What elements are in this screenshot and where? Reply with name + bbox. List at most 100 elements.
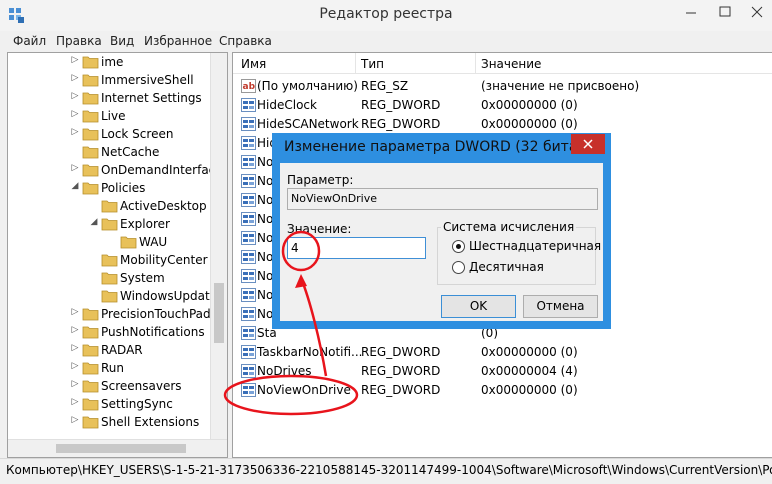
tree-item[interactable]: ▷ ImmersiveShell xyxy=(8,72,213,90)
value-name: (По умолчанию) xyxy=(257,79,358,93)
tree-item-label[interactable]: OnDemandInterface xyxy=(101,163,223,177)
expand-arrow-icon[interactable]: ▷ xyxy=(70,127,80,137)
base-group-title: Система исчисления xyxy=(441,220,577,234)
tree-item[interactable]: WAU xyxy=(8,234,213,252)
tree-item[interactable]: ▷ Lock Screen xyxy=(8,126,213,144)
tree-item[interactable]: ◢ Explorer xyxy=(8,216,213,234)
tree-item[interactable]: ▷ PushNotifications xyxy=(8,324,213,342)
value-row[interactable]: ab (По умолчанию) REG_SZ (значение не присв… xyxy=(233,77,772,96)
param-label: Параметр: xyxy=(287,173,354,187)
dialog-close-button[interactable] xyxy=(571,134,605,154)
tree-item-label[interactable]: MobilityCenter xyxy=(120,253,208,267)
expand-arrow-icon[interactable]: ▷ xyxy=(70,307,80,317)
tree-item[interactable]: System xyxy=(8,270,213,288)
menu-view[interactable]: Вид xyxy=(110,34,134,48)
key-tree[interactable]: ▷ ime ▷ ImmersiveShell ▷ Internet Settings ▷ Li… xyxy=(7,52,228,458)
tree-item-label[interactable]: RADAR xyxy=(101,343,143,357)
maximize-button[interactable] xyxy=(710,0,740,24)
tree-item[interactable]: ▷ Live xyxy=(8,108,213,126)
expand-arrow-icon[interactable]: ▷ xyxy=(70,91,80,101)
tree-item[interactable]: ▷ Shell Extensions xyxy=(8,414,213,432)
column-header-type[interactable]: Тип xyxy=(361,57,384,71)
tree-item-label[interactable]: ActiveDesktop xyxy=(120,199,207,213)
column-divider[interactable] xyxy=(475,53,476,73)
value-row[interactable]: NoDrives REG_DWORD 0x00000004 (4) xyxy=(233,362,772,381)
expand-arrow-icon[interactable]: ▷ xyxy=(70,415,80,425)
expand-arrow-icon[interactable]: ▷ xyxy=(70,379,80,389)
tree-item[interactable]: ActiveDesktop xyxy=(8,198,213,216)
menu-file[interactable]: Файл xyxy=(13,34,46,48)
close-window-button[interactable] xyxy=(742,0,772,24)
expand-arrow-icon[interactable]: ▷ xyxy=(70,109,80,119)
expand-arrow-icon[interactable]: ▷ xyxy=(70,397,80,407)
tree-item-label[interactable]: WAU xyxy=(139,235,167,249)
radio-hexadecimal-label[interactable]: Шестнадцатеричная xyxy=(469,239,601,253)
folder-icon xyxy=(82,128,99,141)
tree-item[interactable]: ▷ SettingSync xyxy=(8,396,213,414)
minimize-button[interactable] xyxy=(676,0,706,24)
expand-arrow-icon[interactable]: ▷ xyxy=(70,343,80,353)
collapse-arrow-icon[interactable]: ◢ xyxy=(70,181,80,191)
expand-arrow-icon[interactable]: ▷ xyxy=(70,73,80,83)
menu-favorites[interactable]: Избранное xyxy=(144,34,212,48)
value-name: HideSCANetwork xyxy=(257,117,359,131)
close-icon xyxy=(583,139,593,149)
minimize-icon xyxy=(686,12,696,14)
expand-arrow-icon[interactable]: ▷ xyxy=(70,325,80,335)
tree-item-label[interactable]: System xyxy=(120,271,165,285)
value-data: 0x00000000 (0) xyxy=(481,98,578,112)
tree-horizontal-scrollbar[interactable] xyxy=(8,439,227,457)
expand-arrow-icon[interactable]: ▷ xyxy=(70,361,80,371)
tree-item[interactable]: MobilityCenter xyxy=(8,252,213,270)
tree-vertical-scrollbar[interactable] xyxy=(210,53,227,439)
tree-item[interactable]: ▷ RADAR xyxy=(8,342,213,360)
value-row[interactable]: HideSCANetwork REG_DWORD 0x00000000 (0) xyxy=(233,115,772,134)
tree-item[interactable]: NetCache xyxy=(8,144,213,162)
tree-item-label[interactable]: Policies xyxy=(101,181,145,195)
value-data-input[interactable]: 4 xyxy=(287,237,426,259)
tree-item-label[interactable]: WindowsUpdate xyxy=(120,289,217,303)
tree-vertical-scroll-thumb[interactable] xyxy=(214,283,224,343)
tree-item[interactable]: ▷ PrecisionTouchPad xyxy=(8,306,213,324)
folder-icon xyxy=(82,74,99,87)
value-row[interactable]: TaskbarNoNotifi... REG_DWORD 0x00000000 (0… xyxy=(233,343,772,362)
tree-item-label[interactable]: Shell Extensions xyxy=(101,415,199,429)
column-header-name[interactable]: Имя xyxy=(241,57,266,71)
menu-edit[interactable]: Правка xyxy=(56,34,102,48)
tree-item-label[interactable]: PrecisionTouchPad xyxy=(101,307,211,321)
tree-item-label[interactable]: Run xyxy=(101,361,124,375)
tree-item[interactable]: ▷ Run xyxy=(8,360,213,378)
menu-help[interactable]: Справка xyxy=(219,34,272,48)
tree-horizontal-scroll-thumb[interactable] xyxy=(56,444,186,453)
tree-item-label[interactable]: PushNotifications xyxy=(101,325,205,339)
expand-arrow-icon[interactable]: ▷ xyxy=(70,55,80,65)
tree-item-label[interactable]: ImmersiveShell xyxy=(101,73,194,87)
column-divider[interactable] xyxy=(355,53,356,73)
tree-item[interactable]: ▷ OnDemandInterface xyxy=(8,162,223,180)
expand-arrow-icon[interactable]: ▷ xyxy=(70,163,80,173)
radio-decimal-label[interactable]: Десятичная xyxy=(469,260,544,274)
ok-button[interactable]: OK xyxy=(441,295,516,318)
value-row[interactable]: NoViewOnDrive REG_DWORD 0x00000000 (0) xyxy=(233,381,772,400)
column-header-value[interactable]: Значение xyxy=(481,57,541,71)
radio-decimal[interactable] xyxy=(452,261,465,274)
radio-hexadecimal[interactable] xyxy=(452,240,465,253)
cancel-button[interactable]: Отмена xyxy=(523,295,598,318)
tree-item[interactable]: WindowsUpdate xyxy=(8,288,217,306)
tree-item-label[interactable]: Lock Screen xyxy=(101,127,173,141)
tree-item[interactable]: ▷ Screensavers xyxy=(8,378,213,396)
value-name: TaskbarNoNotifi... xyxy=(257,345,363,359)
tree-item-label[interactable]: Screensavers xyxy=(101,379,182,393)
tree-item-label[interactable]: NetCache xyxy=(101,145,159,159)
value-row[interactable]: HideClock REG_DWORD 0x00000000 (0) xyxy=(233,96,772,115)
tree-item[interactable]: ◢ Policies xyxy=(8,180,213,198)
value-data-text[interactable]: 4 xyxy=(291,241,299,255)
tree-item-label[interactable]: Explorer xyxy=(120,217,170,231)
collapse-arrow-icon[interactable]: ◢ xyxy=(89,217,99,227)
tree-item[interactable]: ▷ ime xyxy=(8,54,213,72)
tree-item[interactable]: ▷ Internet Settings xyxy=(8,90,213,108)
tree-item-label[interactable]: Internet Settings xyxy=(101,91,202,105)
tree-item-label[interactable]: SettingSync xyxy=(101,397,173,411)
tree-item-label[interactable]: ime xyxy=(101,55,123,69)
tree-item-label[interactable]: Live xyxy=(101,109,126,123)
